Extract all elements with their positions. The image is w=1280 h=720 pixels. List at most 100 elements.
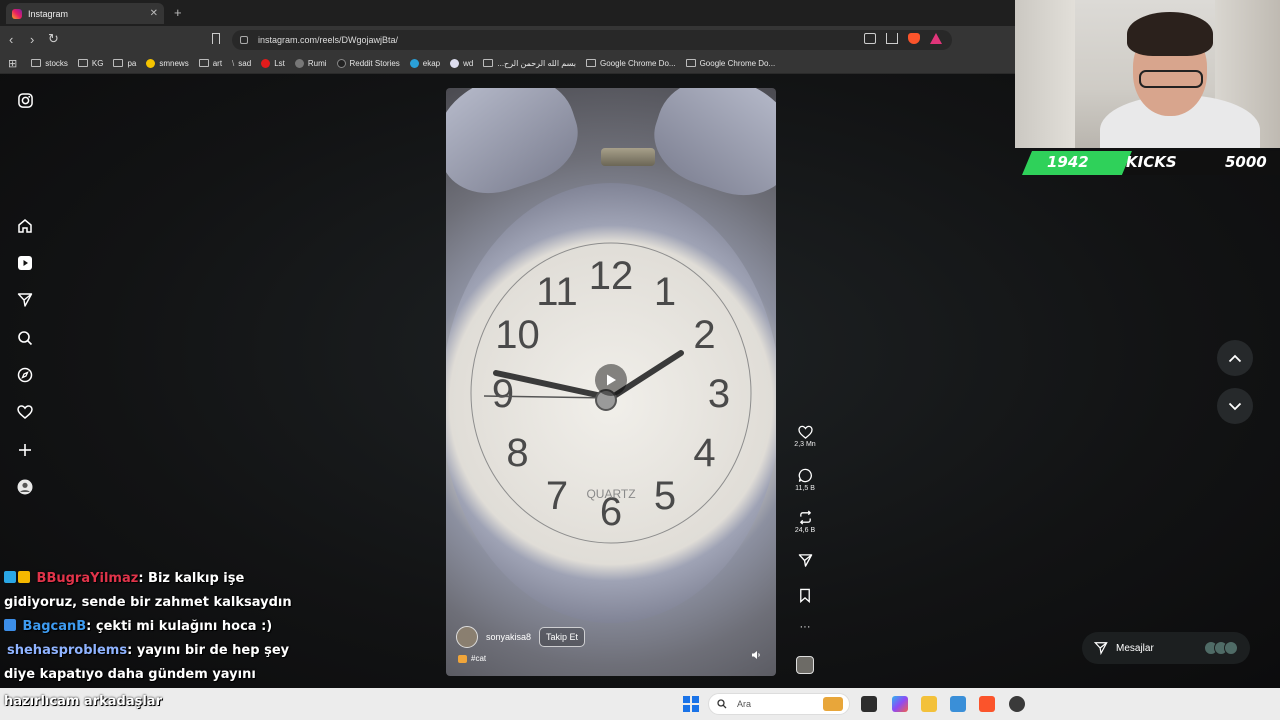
apps-grid-icon[interactable]: ⊞ bbox=[8, 57, 17, 70]
tab-title: Instagram bbox=[28, 8, 69, 19]
kicks-label: KICKS bbox=[1126, 153, 1177, 171]
bookmark-label: art bbox=[212, 58, 223, 68]
comment-action[interactable]: 11,5 B bbox=[786, 468, 824, 492]
previous-reel-button[interactable] bbox=[1217, 340, 1253, 376]
reel-video[interactable]: 12 1 2 3 4 5 6 7 8 9 10 11 QUARTZ sonyakisa8 Takip … bbox=[446, 88, 776, 676]
windows-start-icon[interactable] bbox=[683, 696, 699, 712]
file-explorer-icon[interactable] bbox=[921, 696, 937, 712]
bookmark-art[interactable]: art bbox=[198, 58, 223, 68]
copilot-icon[interactable] bbox=[892, 696, 908, 712]
task-view-icon[interactable] bbox=[861, 696, 877, 712]
back-button[interactable]: ‹ bbox=[9, 32, 13, 47]
chat-message: BBugraYilmaz: Biz kalkıp işe gidiyoruz, … bbox=[4, 567, 314, 615]
stream-chat: BBugraYilmaz: Biz kalkıp işe gidiyoruz, … bbox=[4, 567, 314, 687]
smiley-icon bbox=[146, 58, 156, 68]
bookmark-lst[interactable]: Lst bbox=[261, 58, 285, 68]
repost-action[interactable]: 24,6 B bbox=[786, 510, 824, 534]
windows-taskbar bbox=[0, 688, 1280, 720]
bookmark-smnews[interactable]: smnews bbox=[146, 58, 189, 68]
clock-numeral: 2 bbox=[693, 313, 715, 357]
bookmark-label: Google Chrome Do... bbox=[599, 58, 676, 68]
bookmark-ekap[interactable]: ekap bbox=[409, 58, 441, 68]
cast-icon[interactable] bbox=[864, 33, 876, 44]
bookmark-label: ekap bbox=[422, 58, 441, 68]
avatar bbox=[1224, 641, 1238, 655]
badge-icon bbox=[4, 571, 16, 583]
bookmark-kg[interactable]: KG bbox=[77, 58, 104, 68]
mute-icon[interactable] bbox=[751, 650, 761, 662]
profile-icon[interactable] bbox=[17, 479, 33, 495]
messages-button[interactable]: Mesajlar bbox=[1082, 632, 1250, 664]
comment-icon bbox=[798, 468, 812, 483]
next-reel-button[interactable] bbox=[1217, 388, 1253, 424]
chat-message: shehasproblems: yayını bir de hep şey di… bbox=[4, 639, 314, 687]
heart-icon bbox=[797, 425, 813, 439]
send-icon[interactable] bbox=[17, 292, 33, 308]
bookmark-chrome-1[interactable]: Google Chrome Do... bbox=[585, 58, 676, 68]
instagram-favicon-icon bbox=[12, 8, 22, 19]
kicks-counter-text: 1942 KICKS 5000 bbox=[1022, 151, 1280, 175]
forward-button[interactable]: › bbox=[30, 32, 34, 47]
brave-browser-icon[interactable] bbox=[979, 696, 995, 712]
streamer-hair bbox=[1127, 12, 1213, 56]
bookmark-pa[interactable]: pa bbox=[113, 59, 136, 68]
site-info-icon[interactable] bbox=[240, 36, 248, 44]
clock-numeral: 10 bbox=[495, 313, 540, 357]
browser-tab-strip: Instagram ✕ + bbox=[0, 0, 1015, 26]
bookmark-label: Reddit Stories bbox=[349, 58, 400, 68]
right-bell bbox=[642, 88, 776, 209]
d-logo-icon bbox=[336, 58, 346, 68]
audio-thumbnail[interactable] bbox=[786, 656, 824, 676]
chevron-down-icon bbox=[1228, 402, 1242, 410]
folder-icon bbox=[685, 59, 696, 67]
reload-button[interactable]: ↻ bbox=[48, 31, 59, 47]
brave-shields-icon[interactable] bbox=[908, 33, 920, 44]
more-options-icon[interactable]: ··· bbox=[786, 621, 824, 633]
chat-message: BagcanB: çekti mi kulağını hoca :) bbox=[4, 615, 314, 639]
bookmark-wd[interactable]: wd bbox=[450, 58, 473, 68]
bookmark-stocks[interactable]: stocks bbox=[31, 59, 68, 68]
author-username[interactable]: sonyakisa8 bbox=[486, 632, 531, 642]
tab-instagram[interactable]: Instagram ✕ bbox=[6, 3, 164, 24]
folder-icon bbox=[31, 59, 42, 67]
play-button[interactable] bbox=[595, 364, 627, 396]
share-icon[interactable] bbox=[886, 33, 898, 44]
bookmark-bismillah[interactable]: ...بسم الله الرحمن الرح bbox=[483, 59, 576, 68]
follow-button[interactable]: Takip Et bbox=[539, 627, 586, 647]
bookmark-chrome-2[interactable]: Google Chrome Do... bbox=[685, 58, 776, 68]
new-tab-button[interactable]: + bbox=[174, 5, 182, 20]
address-bar[interactable]: instagram.com/reels/DWgojawjBta/ bbox=[232, 30, 952, 50]
ekap-logo-icon bbox=[409, 58, 419, 68]
share-action[interactable] bbox=[786, 553, 824, 570]
explore-icon[interactable] bbox=[17, 367, 33, 383]
create-icon[interactable] bbox=[17, 442, 33, 458]
brave-rewards-icon[interactable] bbox=[930, 33, 942, 44]
bookmark-page-icon[interactable] bbox=[212, 33, 220, 44]
save-action[interactable] bbox=[786, 588, 824, 605]
instagram-logo-icon[interactable] bbox=[17, 92, 33, 108]
bookmark-label: smnews bbox=[159, 58, 189, 68]
bookmark-label: Google Chrome Do... bbox=[699, 58, 776, 68]
home-icon[interactable] bbox=[17, 218, 33, 234]
bookmark-label: KG bbox=[91, 58, 104, 68]
like-action[interactable]: 2,3 Mn bbox=[786, 425, 824, 448]
reel-hashtag[interactable]: #cat bbox=[471, 654, 486, 663]
clock-numeral: 8 bbox=[506, 431, 528, 475]
snipping-tool-icon[interactable] bbox=[950, 696, 966, 712]
author-avatar[interactable] bbox=[456, 626, 478, 648]
bookmark-sad[interactable]: \ sad bbox=[232, 59, 251, 68]
cube-badge-icon bbox=[4, 619, 16, 631]
search-icon[interactable] bbox=[17, 330, 33, 346]
taskbar-search[interactable]: Ara bbox=[708, 693, 850, 715]
clock-numeral: 11 bbox=[536, 270, 578, 314]
heart-icon[interactable] bbox=[17, 404, 33, 420]
chevron-up-icon bbox=[1228, 354, 1242, 362]
bookmark-reddit-stories[interactable]: Reddit Stories bbox=[336, 58, 400, 68]
close-tab-icon[interactable]: ✕ bbox=[150, 8, 158, 19]
clock-numeral: 5 bbox=[654, 474, 676, 518]
obs-icon[interactable] bbox=[1009, 696, 1025, 712]
reels-icon[interactable] bbox=[17, 255, 33, 271]
bookmark-rumi[interactable]: Rumi bbox=[294, 58, 327, 68]
cat-emoji-icon bbox=[458, 654, 467, 663]
folder-icon bbox=[198, 59, 209, 67]
